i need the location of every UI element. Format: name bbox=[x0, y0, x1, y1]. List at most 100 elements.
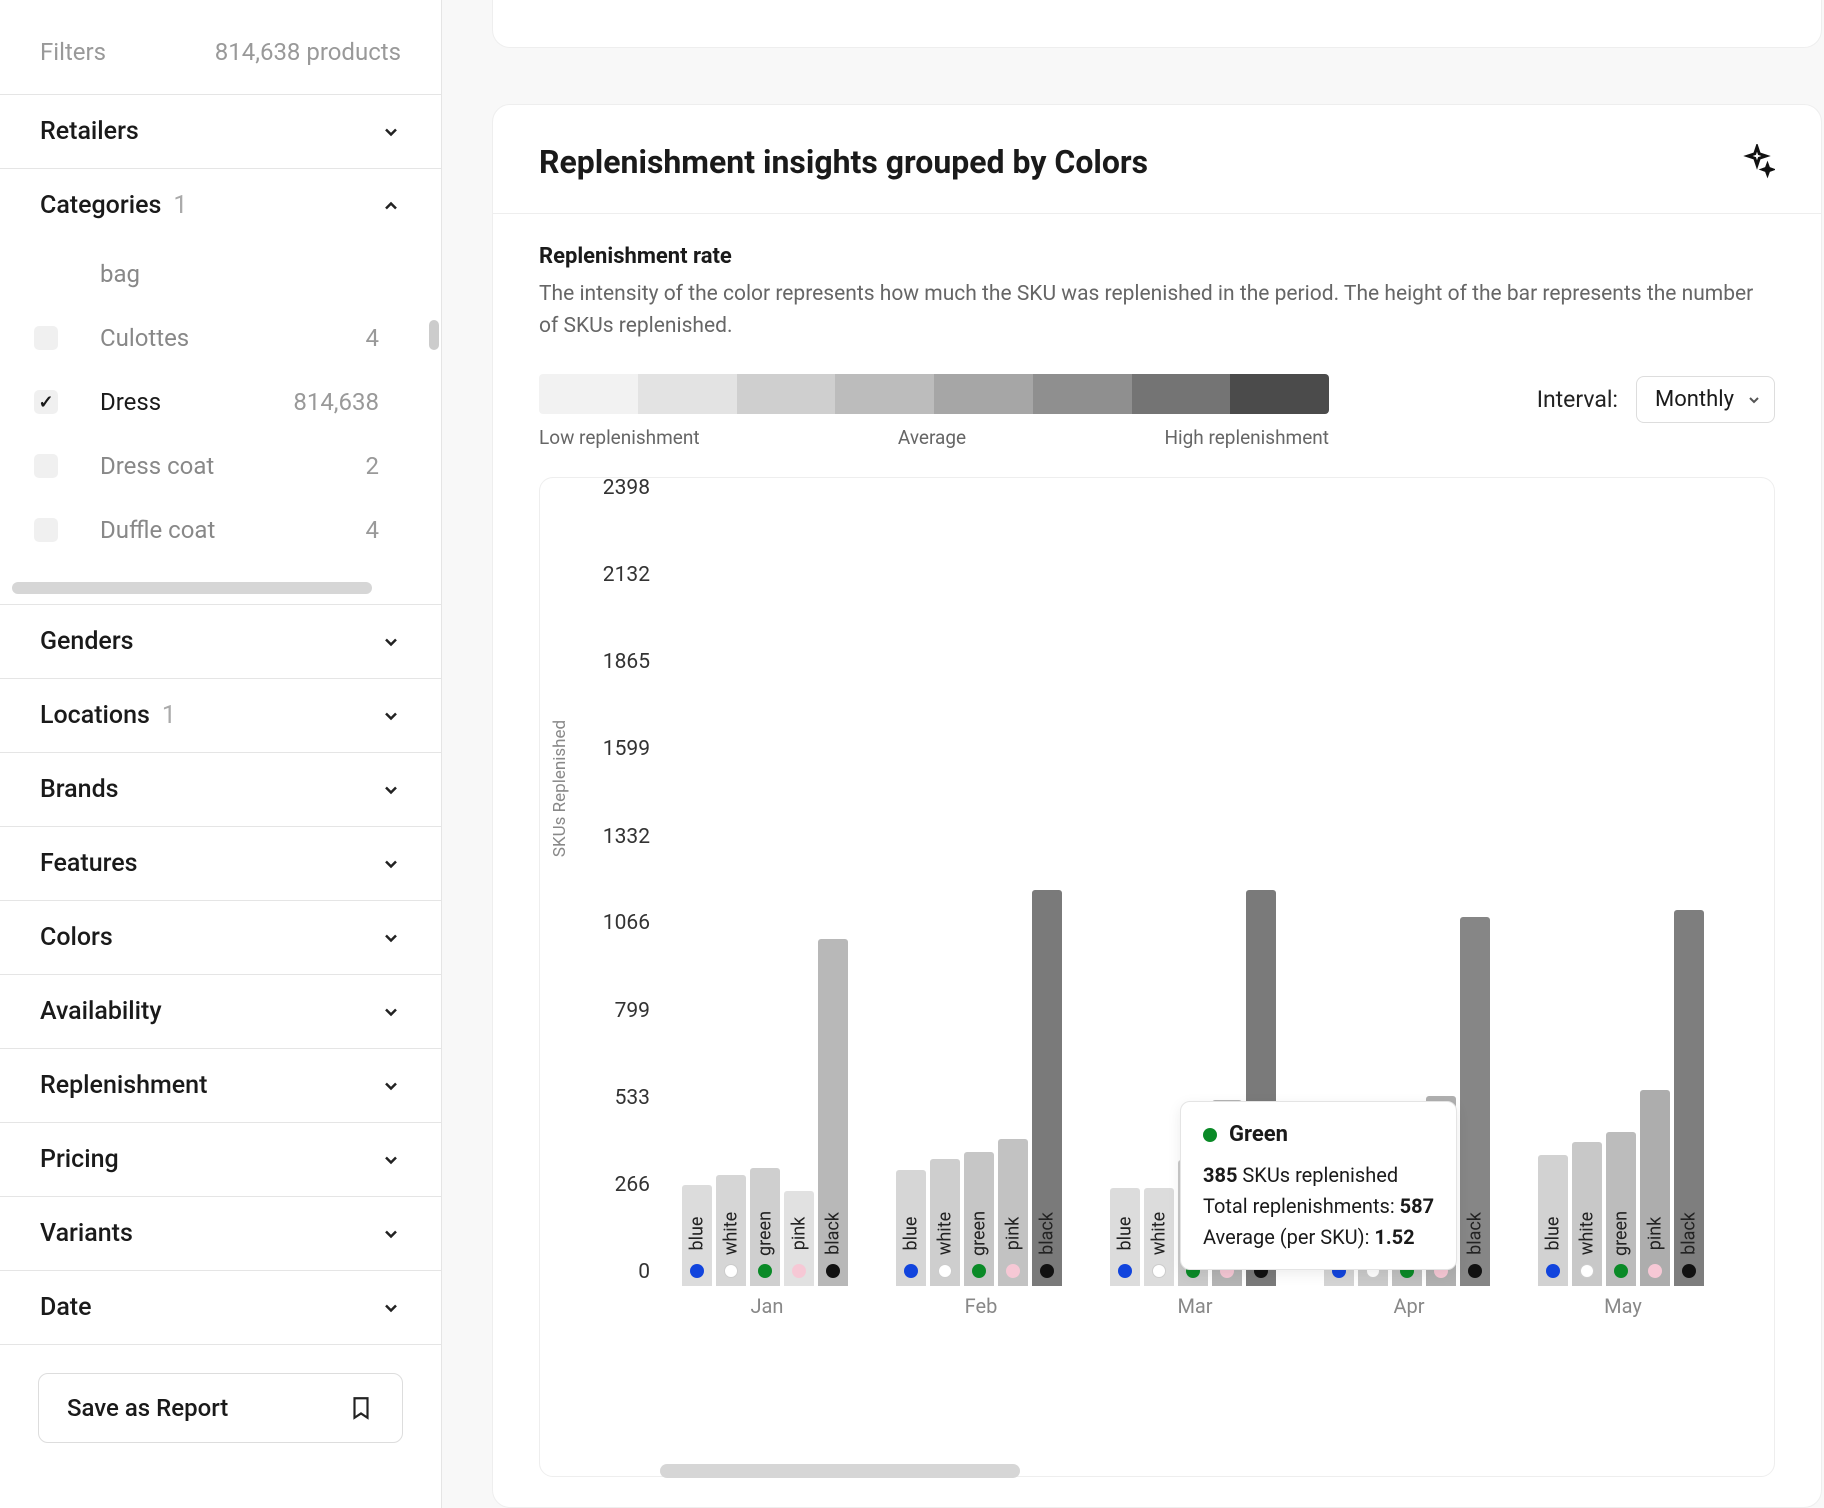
x-tick-label: Feb bbox=[965, 1294, 998, 1318]
x-tick-label: May bbox=[1604, 1294, 1642, 1318]
category-label: bag bbox=[80, 260, 357, 288]
scrollbar-thumb[interactable] bbox=[660, 1464, 1020, 1478]
accordion-replenishment-label: Replenishment bbox=[40, 1071, 207, 1100]
y-tick: 0 bbox=[638, 1260, 650, 1284]
category-label: Dress bbox=[80, 388, 271, 416]
bar-color-dot bbox=[1648, 1264, 1662, 1278]
chart-bar[interactable]: blue bbox=[682, 1185, 712, 1286]
gradient-step bbox=[539, 374, 638, 414]
chart-bar[interactable]: pink bbox=[784, 1191, 814, 1286]
bar-label: pink bbox=[1003, 1217, 1024, 1251]
previous-card-edge bbox=[492, 0, 1822, 48]
chart-bar[interactable]: green bbox=[750, 1168, 780, 1286]
chart-bar[interactable]: white bbox=[930, 1159, 960, 1287]
chevron-down-icon bbox=[1746, 392, 1762, 408]
save-as-report-button[interactable]: Save as Report bbox=[38, 1373, 403, 1443]
chevron-down-icon bbox=[381, 1150, 401, 1170]
gradient-step bbox=[835, 374, 934, 414]
sub-title: Replenishment rate bbox=[539, 244, 1775, 269]
chart-bar[interactable]: white bbox=[1572, 1142, 1602, 1286]
chevron-down-icon bbox=[381, 1298, 401, 1318]
category-count: 814,638 bbox=[293, 388, 419, 416]
accordion-brands[interactable]: Brands bbox=[0, 753, 441, 827]
accordion-replenishment[interactable]: Replenishment bbox=[0, 1049, 441, 1123]
chart-bar[interactable]: green bbox=[964, 1152, 994, 1286]
category-item[interactable]: Culottes4 bbox=[34, 306, 429, 370]
chart-bar[interactable]: blue bbox=[1538, 1155, 1568, 1286]
y-tick: 1865 bbox=[603, 650, 650, 674]
chart-bar[interactable]: blue bbox=[1110, 1188, 1140, 1286]
categories-scrollbar-horizontal[interactable] bbox=[12, 582, 413, 594]
accordion-variants[interactable]: Variants bbox=[0, 1197, 441, 1271]
bar-color-dot bbox=[826, 1264, 840, 1278]
category-item[interactable]: Dress 814,638 bbox=[34, 370, 429, 434]
bar-label: green bbox=[1611, 1211, 1632, 1256]
bar-label: pink bbox=[1645, 1217, 1666, 1251]
accordion-colors[interactable]: Colors bbox=[0, 901, 441, 975]
category-checkbox[interactable] bbox=[34, 454, 58, 478]
category-item[interactable]: Duffle coat4 bbox=[34, 498, 429, 562]
category-item[interactable]: bag bbox=[34, 242, 429, 306]
card-title: Replenishment insights grouped by Colors bbox=[539, 143, 1148, 181]
interval-select[interactable]: Monthly bbox=[1636, 376, 1775, 423]
y-tick: 533 bbox=[615, 1086, 650, 1110]
chart-bar[interactable]: pink bbox=[998, 1139, 1028, 1286]
chart-bar[interactable]: black bbox=[1460, 917, 1490, 1286]
chevron-down-icon bbox=[381, 1076, 401, 1096]
legend-low: Low replenishment bbox=[539, 426, 700, 449]
gradient-step bbox=[1033, 374, 1132, 414]
chart-bar[interactable]: pink bbox=[1640, 1090, 1670, 1286]
tooltip-title: Green bbox=[1229, 1118, 1288, 1152]
accordion-locations[interactable]: Locations 1 bbox=[0, 679, 441, 753]
accordion-locations-label: Locations 1 bbox=[40, 701, 176, 730]
accordion-pricing[interactable]: Pricing bbox=[0, 1123, 441, 1197]
category-checkbox[interactable] bbox=[34, 518, 58, 542]
bar-color-dot bbox=[1580, 1264, 1594, 1278]
month-group: bluewhitegreenpinkblack bbox=[682, 939, 848, 1286]
gradient-step bbox=[737, 374, 836, 414]
bar-label: black bbox=[1037, 1212, 1058, 1255]
category-checkbox[interactable] bbox=[34, 326, 58, 350]
chart-bar[interactable]: black bbox=[1674, 910, 1704, 1286]
category-count: 4 bbox=[366, 516, 420, 544]
accordion-genders[interactable]: Genders bbox=[0, 604, 441, 679]
tooltip-line-3: Average (per SKU): 1.52 bbox=[1203, 1222, 1434, 1253]
accordion-date[interactable]: Date bbox=[0, 1271, 441, 1345]
sidebar: Filters 814,638 products Retailers Categ… bbox=[0, 0, 442, 1508]
bar-color-dot bbox=[1006, 1264, 1020, 1278]
chart-bar[interactable]: white bbox=[1144, 1188, 1174, 1286]
chart-bar[interactable]: black bbox=[818, 939, 848, 1286]
scrollbar-thumb[interactable] bbox=[429, 320, 439, 350]
bar-color-dot bbox=[690, 1264, 704, 1278]
categories-scrollbar-vertical[interactable] bbox=[429, 252, 439, 570]
chevron-down-icon bbox=[381, 706, 401, 726]
sparkle-icon[interactable] bbox=[1739, 144, 1775, 180]
legend-row: Low replenishment Average High replenish… bbox=[493, 352, 1821, 457]
bar-label: black bbox=[1679, 1212, 1700, 1255]
accordion-genders-label: Genders bbox=[40, 627, 134, 656]
category-checkbox[interactable] bbox=[34, 390, 58, 414]
accordion-availability-label: Availability bbox=[40, 997, 162, 1026]
accordion-categories[interactable]: Categories 1 bbox=[0, 169, 441, 242]
y-axis: SKUs Replenished 02665337991066133215991… bbox=[580, 502, 662, 1322]
save-as-report-label: Save as Report bbox=[67, 1394, 228, 1422]
locations-active-count: 1 bbox=[162, 701, 176, 730]
chart-plot[interactable]: Green 385 SKUs replenished Total repleni… bbox=[662, 502, 1754, 1322]
accordion-availability[interactable]: Availability bbox=[0, 975, 441, 1049]
bar-color-dot bbox=[792, 1264, 806, 1278]
chart-bar[interactable]: white bbox=[716, 1175, 746, 1286]
gradient-step bbox=[1132, 374, 1231, 414]
scrollbar-thumb[interactable] bbox=[12, 582, 372, 594]
accordion-features[interactable]: Features bbox=[0, 827, 441, 901]
accordion-retailers[interactable]: Retailers bbox=[0, 95, 441, 169]
chart-bar[interactable]: black bbox=[1032, 890, 1062, 1286]
chart-bar[interactable]: green bbox=[1606, 1132, 1636, 1286]
bar-color-dot bbox=[724, 1264, 738, 1278]
chevron-up-icon bbox=[381, 196, 401, 216]
chart-bar[interactable]: blue bbox=[896, 1170, 926, 1286]
y-tick: 1332 bbox=[603, 825, 650, 849]
chart-scrollbar-horizontal[interactable] bbox=[660, 1464, 1744, 1478]
month-group: bluewhite green pink black bbox=[1538, 910, 1704, 1286]
bookmark-icon bbox=[348, 1395, 374, 1421]
category-item[interactable]: Dress coat2 bbox=[34, 434, 429, 498]
